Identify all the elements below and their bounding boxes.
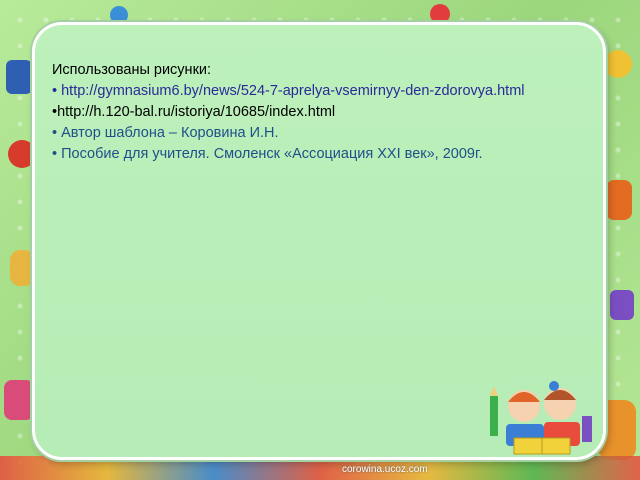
toy-decoration-icon	[610, 290, 634, 320]
toy-decoration-icon	[10, 250, 34, 286]
toy-decoration-icon	[6, 60, 32, 94]
toy-decoration-icon	[606, 180, 632, 220]
site-credit: corowina.ucoz.com	[342, 464, 428, 475]
teacher-manual-source: • Пособие для учителя. Смоленск «Ассоциа…	[52, 146, 483, 162]
sources-heading: Использованы рисунки:	[52, 62, 212, 78]
sources-list: Использованы рисунки: • http://gymnasium…	[52, 60, 592, 165]
children-reading-icon	[490, 381, 592, 455]
source-link-120-bal[interactable]: •http://h.120-bal.ru/istoriya/10685/inde…	[52, 102, 592, 123]
toy-ball-icon	[604, 50, 632, 78]
source-link-gymnasium[interactable]: • http://gymnasium6.by/news/524-7-aprely…	[52, 81, 592, 102]
toy-ball-icon	[430, 4, 450, 24]
toy-decoration-icon	[4, 380, 34, 420]
template-author: • Автор шаблона – Коровина И.Н.	[52, 125, 279, 141]
